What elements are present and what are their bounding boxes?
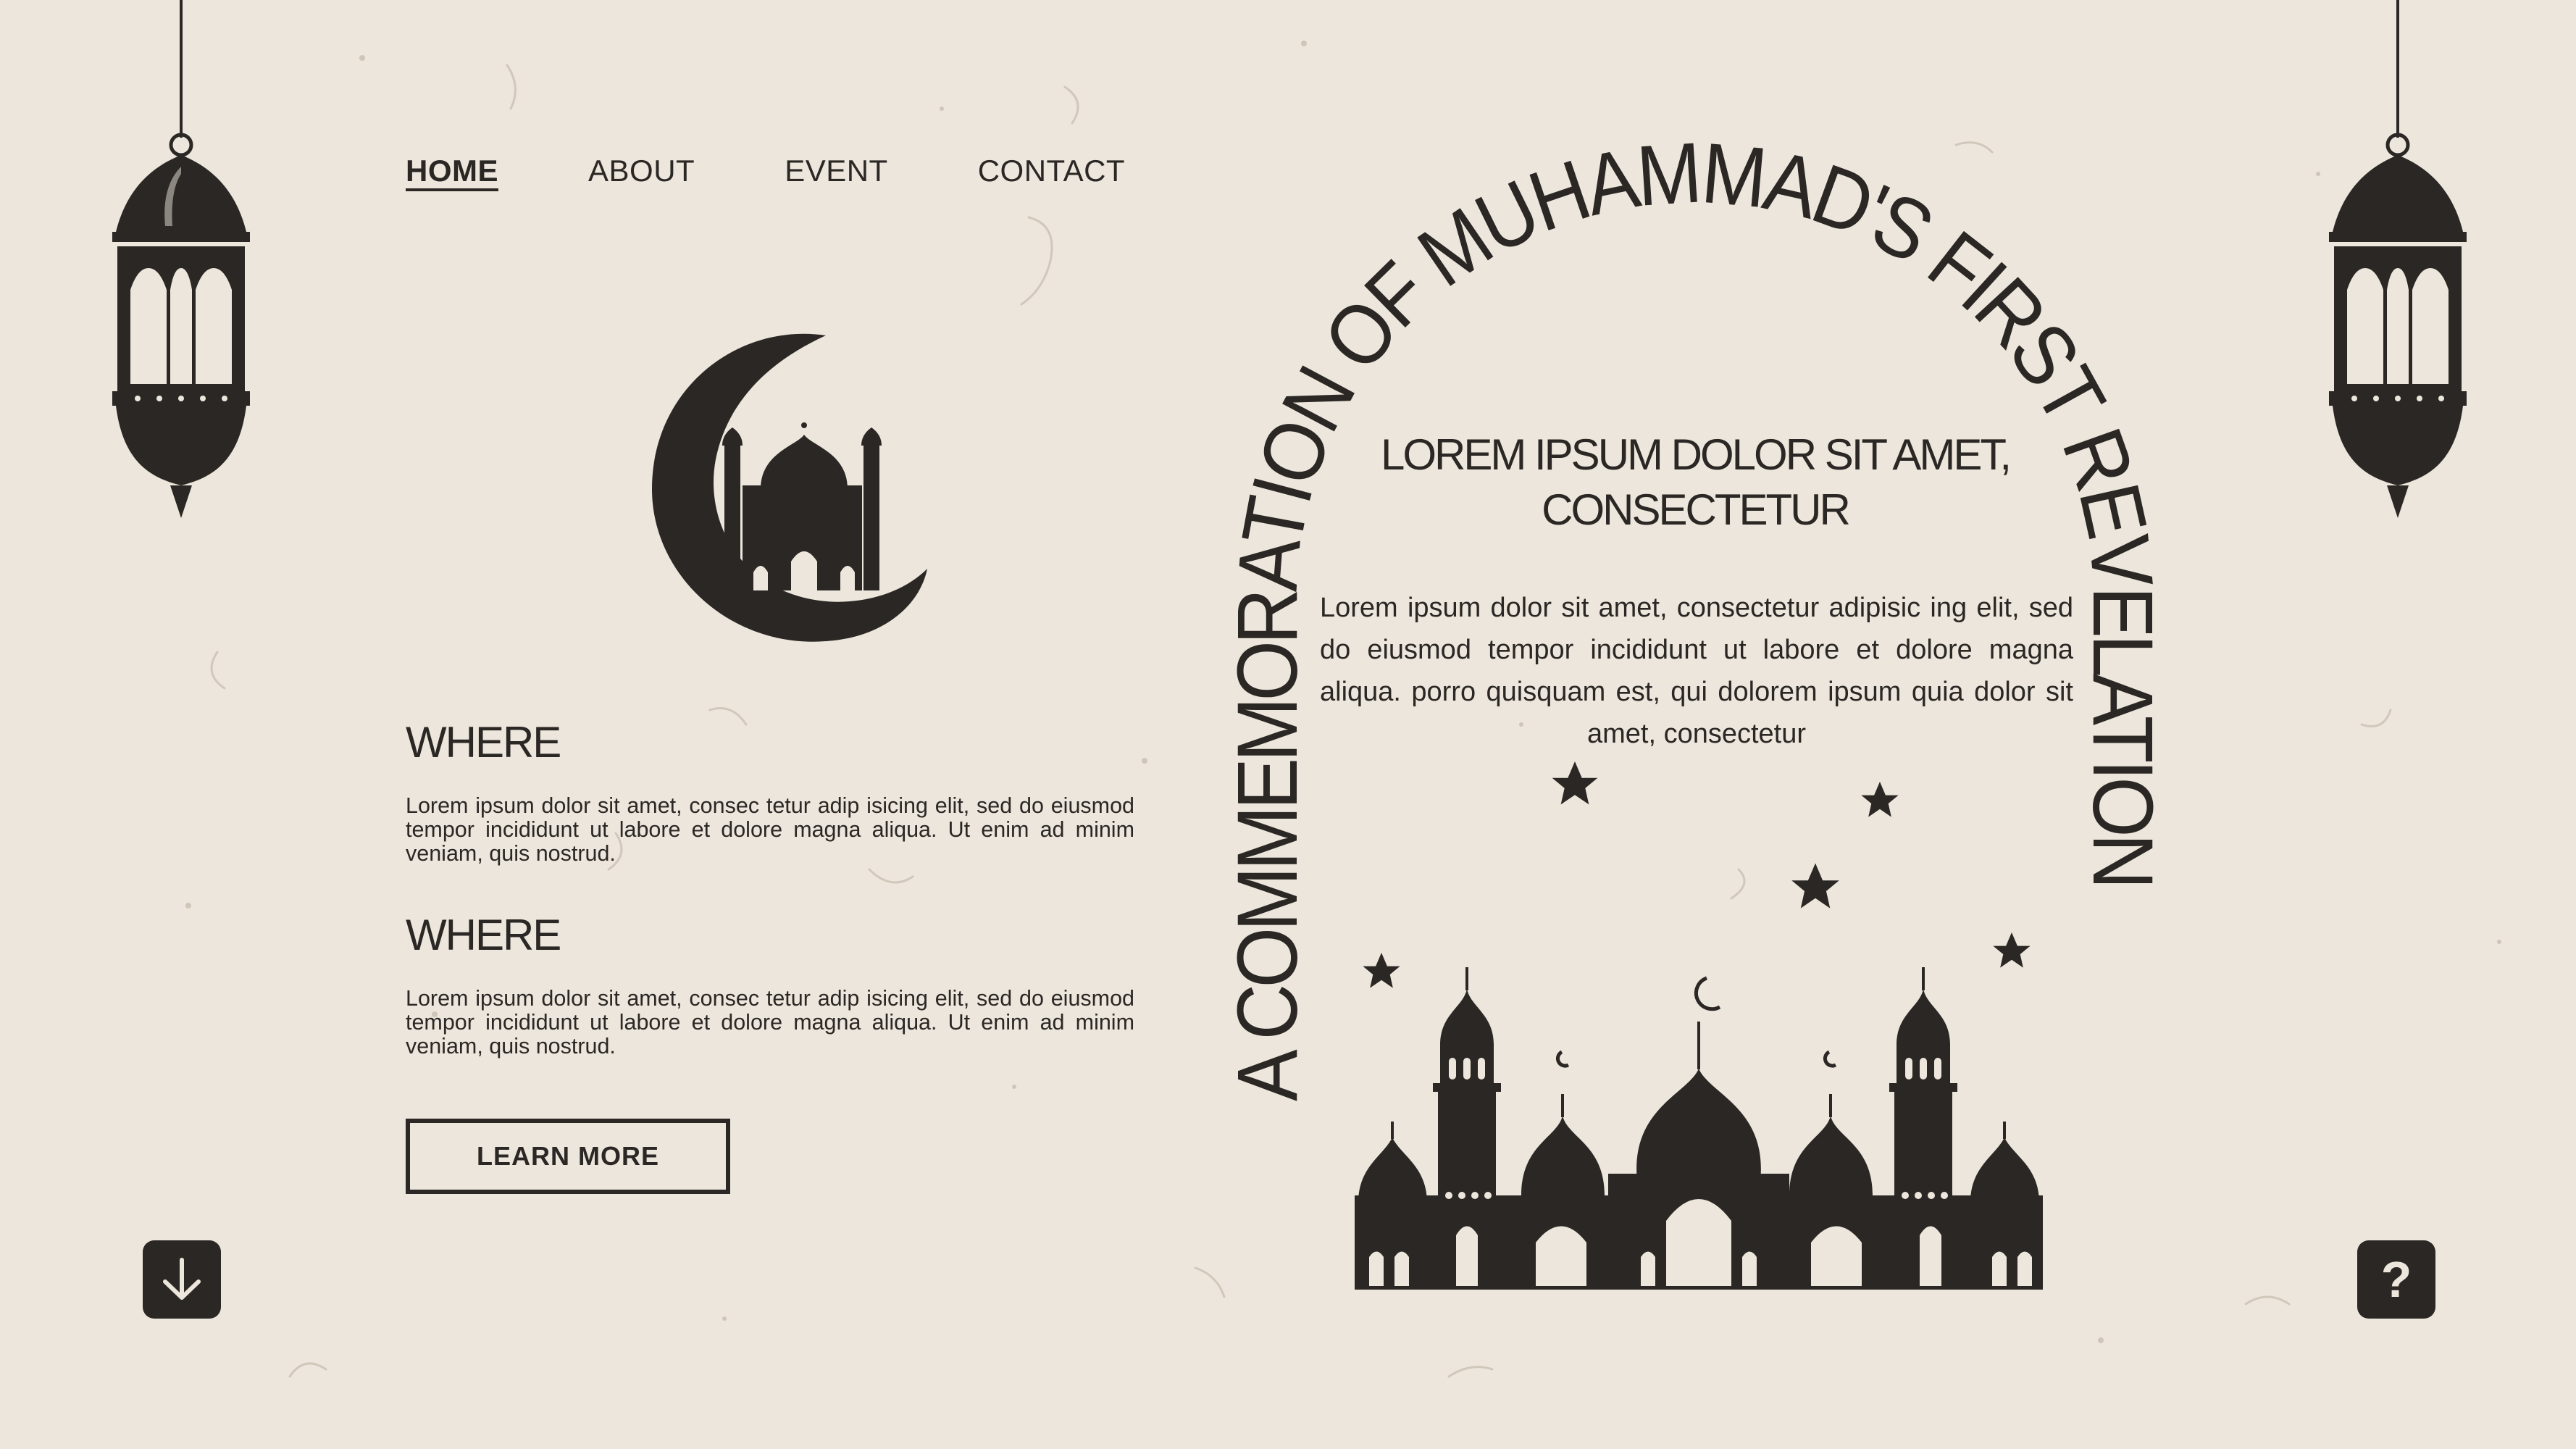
nav-about[interactable]: ABOUT <box>588 154 695 188</box>
mosque-icon <box>1355 967 2043 1290</box>
crescent-mosque-icon <box>652 333 927 642</box>
star-icon <box>1552 761 1598 805</box>
section-heading: WHERE <box>406 911 561 959</box>
center-title-line: LOREM IPSUM DOLOR SIT AMET, <box>1380 430 2012 479</box>
star-icon <box>1861 782 1899 817</box>
main-nav: HOME ABOUT EVENT CONTACT <box>406 154 1215 188</box>
arrow-down-icon <box>163 1258 201 1300</box>
question-icon: ? <box>2380 1251 2412 1308</box>
lantern-icon <box>2329 0 2467 518</box>
star-icon <box>1791 863 1839 909</box>
center-title: LOREM IPSUM DOLOR SIT AMET, CONSECTETUR <box>1318 427 2072 538</box>
center-text: Lorem ipsum dolor sit amet, consectetur … <box>1320 593 2073 749</box>
section-text: Lorem ipsum dolor sit amet, consec tetur… <box>406 986 1134 1058</box>
section-heading: WHERE <box>406 718 561 767</box>
nav-home[interactable]: HOME <box>406 154 498 188</box>
lantern-icon <box>112 0 250 518</box>
learn-more-button[interactable]: LEARN MORE <box>406 1119 730 1194</box>
nav-event[interactable]: EVENT <box>785 154 888 188</box>
center-title-line: CONSECTETUR <box>1542 485 1851 534</box>
help-button[interactable]: ? <box>2357 1240 2435 1319</box>
section-text: Lorem ipsum dolor sit amet, consec tetur… <box>406 793 1134 866</box>
nav-contact[interactable]: CONTACT <box>978 154 1125 188</box>
scroll-down-button[interactable] <box>143 1240 221 1319</box>
